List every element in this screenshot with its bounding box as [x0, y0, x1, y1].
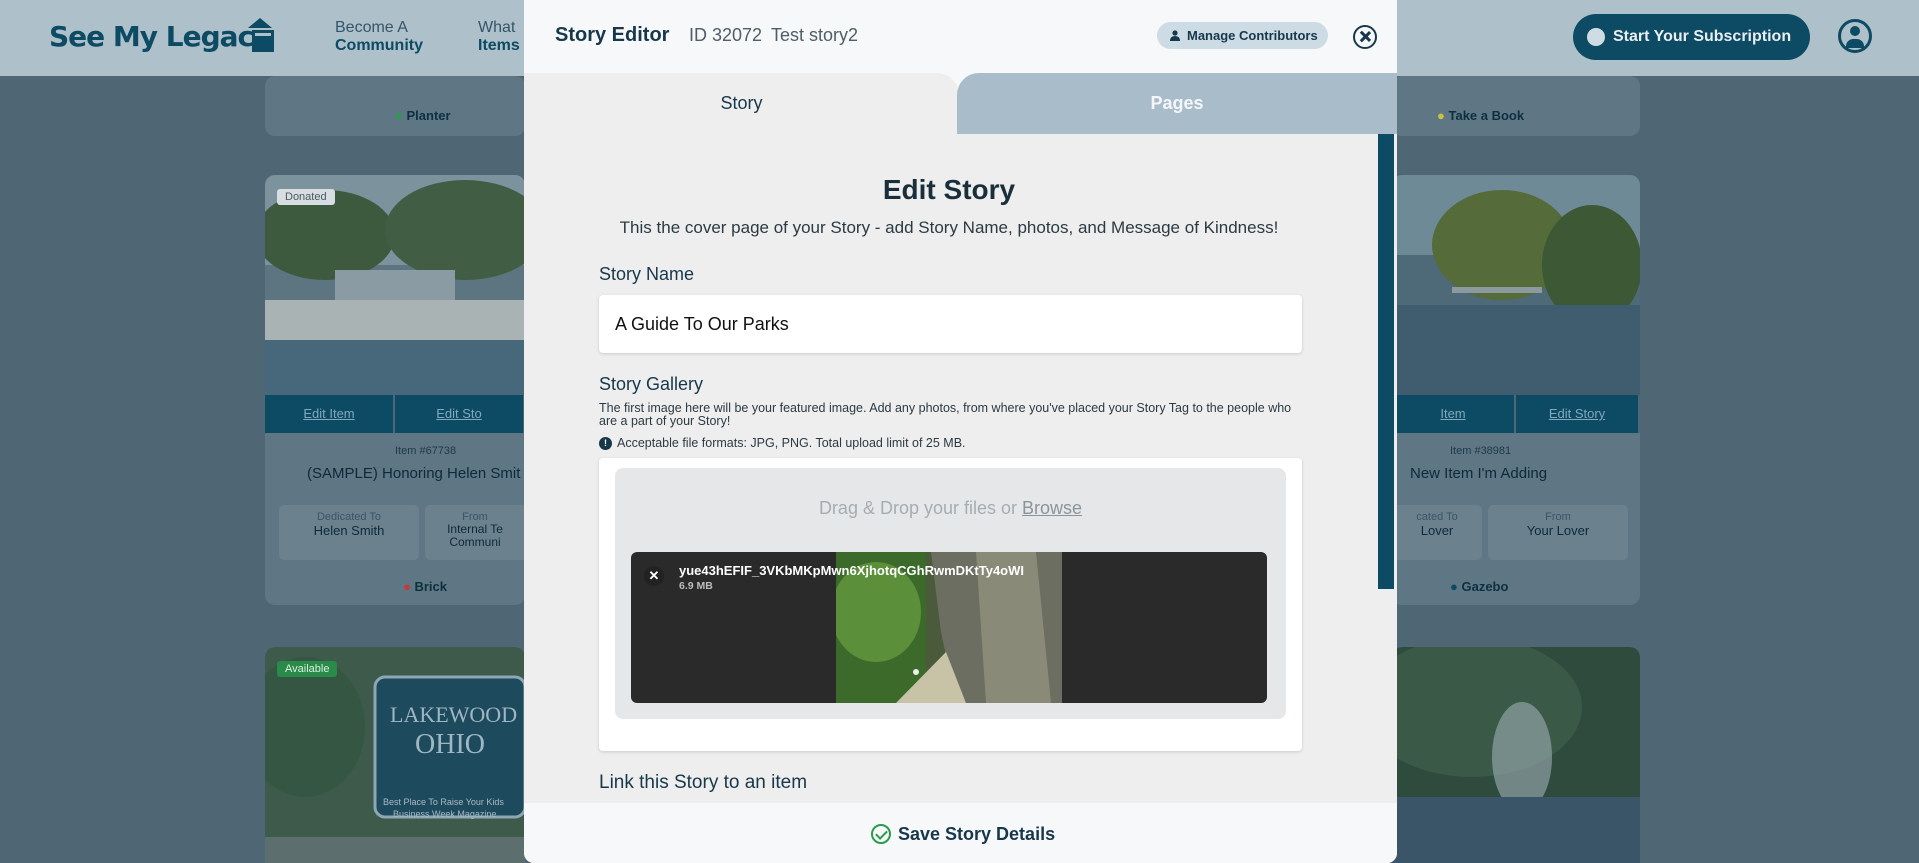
scrollbar-thumb[interactable] [1378, 134, 1394, 589]
manage-contributors-button[interactable]: Manage Contributors [1157, 22, 1328, 49]
tab-story[interactable]: Story [524, 73, 959, 134]
modal-header: Story Editor ID 32072 Test story2 Manage… [524, 0, 1397, 73]
gallery-uploader: Drag & Drop your files or Browse ✕ yue43… [599, 458, 1302, 751]
save-story-button[interactable]: Save Story Details [871, 821, 1055, 847]
close-icon[interactable] [1353, 25, 1377, 49]
page-subtitle: This the cover page of your Story - add … [619, 218, 1279, 237]
formats-note: ! Acceptable file formats: JPG, PNG. Tot… [599, 436, 966, 450]
story-name-header: Test story2 [771, 25, 859, 45]
modal-footer: Save Story Details [524, 803, 1397, 863]
link-item-label: Link this Story to an item [599, 772, 808, 793]
story-name-label: Story Name [599, 264, 695, 284]
dropzone-text: Drag & Drop your files or Browse [818, 498, 1083, 518]
file-dropzone[interactable]: Drag & Drop your files or Browse ✕ yue43… [615, 468, 1286, 719]
page-title: Edit Story [882, 174, 1016, 205]
file-name: yue43hEFIF_3VKbMKpMwn6XjhotqCGhRwmDKtTy4… [679, 563, 1024, 578]
editor-tabs: Story Pages [524, 73, 1397, 134]
info-icon: ! [599, 436, 612, 450]
tab-pages[interactable]: Pages [957, 73, 1397, 134]
remove-file-button[interactable]: ✕ [644, 566, 664, 586]
modal-title: Story Editor [555, 24, 670, 46]
person-icon [1170, 30, 1180, 41]
gallery-help-text: The first image here will be your featur… [599, 401, 1292, 428]
story-gallery-label: Story Gallery [599, 374, 704, 394]
story-editor-modal: Story Editor ID 32072 Test story2 Manage… [524, 0, 1397, 863]
story-name-input[interactable] [599, 295, 1302, 353]
file-size: 6.9 MB [679, 580, 713, 592]
uploaded-file: ✕ yue43hEFIF_3VKbMKpMwn6XjhotqCGhRwmDKtT… [631, 552, 1267, 703]
story-id: ID 32072 [689, 25, 763, 45]
check-circle-icon [871, 824, 891, 844]
browse-link[interactable]: Browse [1022, 498, 1082, 518]
